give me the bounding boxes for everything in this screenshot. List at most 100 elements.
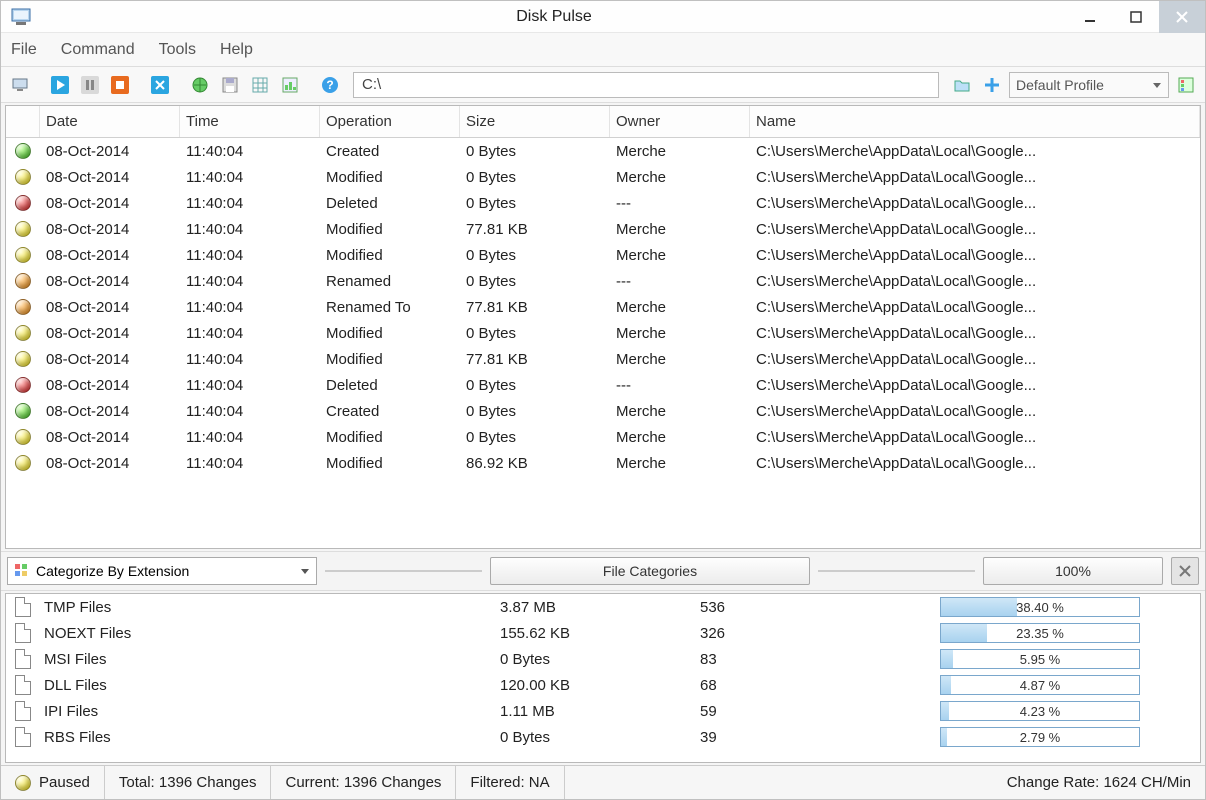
table-row[interactable]: 08-Oct-201411:40:04Modified0 BytesMerche…	[6, 424, 1200, 450]
table-row[interactable]: 08-Oct-201411:40:04Deleted0 Bytes---C:\U…	[6, 372, 1200, 398]
cell-operation: Deleted	[320, 195, 460, 212]
table-row[interactable]: 08-Oct-201411:40:04Deleted0 Bytes---C:\U…	[6, 190, 1200, 216]
menu-help[interactable]: Help	[220, 41, 253, 59]
cell-size: 0 Bytes	[460, 143, 610, 160]
table-row[interactable]: 08-Oct-201411:40:04Modified0 BytesMerche…	[6, 164, 1200, 190]
menu-tools[interactable]: Tools	[159, 41, 196, 59]
col-size[interactable]: Size	[460, 106, 610, 137]
cell-size: 77.81 KB	[460, 221, 610, 238]
categories-body[interactable]: TMP Files3.87 MB53638.40 %NOEXT Files155…	[6, 594, 1200, 762]
chevron-down-icon	[1152, 80, 1162, 90]
app-icon	[9, 5, 33, 29]
file-icon	[15, 597, 31, 617]
path-input[interactable]	[353, 72, 939, 98]
cell-size: 0 Bytes	[460, 325, 610, 342]
cell-date: 08-Oct-2014	[40, 429, 180, 446]
table-header: Date Time Operation Size Owner Name	[6, 106, 1200, 138]
cell-operation: Created	[320, 403, 460, 420]
table-body[interactable]: 08-Oct-201411:40:04Created0 BytesMercheC…	[6, 138, 1200, 548]
table-row[interactable]: 08-Oct-201411:40:04Created0 BytesMercheC…	[6, 398, 1200, 424]
category-row[interactable]: DLL Files120.00 KB684.87 %	[6, 672, 1200, 698]
profile-label: Default Profile	[1016, 77, 1104, 93]
categorize-select[interactable]: Categorize By Extension	[7, 557, 317, 585]
close-button[interactable]	[1159, 1, 1205, 33]
cat-count: 39	[700, 729, 940, 746]
panel-close-button[interactable]	[1171, 557, 1199, 585]
pause-button[interactable]	[77, 72, 103, 98]
table-row[interactable]: 08-Oct-201411:40:04Modified0 BytesMerche…	[6, 242, 1200, 268]
status-total: Total: 1396 Changes	[105, 766, 272, 799]
folder-icon[interactable]	[949, 72, 975, 98]
stop-button[interactable]	[107, 72, 133, 98]
table-row[interactable]: 08-Oct-201411:40:04Modified77.81 KBMerch…	[6, 216, 1200, 242]
minimize-button[interactable]	[1067, 1, 1113, 33]
globe-icon[interactable]	[187, 72, 213, 98]
cell-date: 08-Oct-2014	[40, 195, 180, 212]
percent-button[interactable]: 100%	[983, 557, 1163, 585]
category-row[interactable]: MSI Files0 Bytes835.95 %	[6, 646, 1200, 672]
cell-owner: Merche	[610, 169, 750, 186]
grid-icon[interactable]	[247, 72, 273, 98]
percent-bar: 23.35 %	[940, 623, 1140, 643]
menu-command[interactable]: Command	[61, 41, 135, 59]
cell-operation: Created	[320, 143, 460, 160]
table-row[interactable]: 08-Oct-201411:40:04Renamed0 Bytes---C:\U…	[6, 268, 1200, 294]
add-icon[interactable]	[979, 72, 1005, 98]
status-ball-icon	[15, 351, 31, 367]
table-row[interactable]: 08-Oct-201411:40:04Modified86.92 KBMerch…	[6, 450, 1200, 476]
table-row[interactable]: 08-Oct-201411:40:04Modified77.81 KBMerch…	[6, 346, 1200, 372]
cell-owner: Merche	[610, 455, 750, 472]
options-icon[interactable]	[1173, 72, 1199, 98]
help-icon[interactable]: ?	[317, 72, 343, 98]
cell-time: 11:40:04	[180, 351, 320, 368]
status-current: Current: 1396 Changes	[271, 766, 456, 799]
category-row[interactable]: NOEXT Files155.62 KB32623.35 %	[6, 620, 1200, 646]
col-name[interactable]: Name	[750, 106, 1200, 137]
cell-time: 11:40:04	[180, 299, 320, 316]
table-row[interactable]: 08-Oct-201411:40:04Created0 BytesMercheC…	[6, 138, 1200, 164]
cell-operation: Modified	[320, 247, 460, 264]
percent-bar: 38.40 %	[940, 597, 1140, 617]
cat-name: RBS Files	[40, 729, 500, 746]
category-row[interactable]: RBS Files0 Bytes392.79 %	[6, 724, 1200, 750]
play-button[interactable]	[47, 72, 73, 98]
cell-size: 0 Bytes	[460, 195, 610, 212]
maximize-button[interactable]	[1113, 1, 1159, 33]
monitor-icon[interactable]	[7, 72, 33, 98]
changes-table: Date Time Operation Size Owner Name 08-O…	[5, 105, 1201, 549]
cell-time: 11:40:04	[180, 273, 320, 290]
cell-date: 08-Oct-2014	[40, 299, 180, 316]
file-icon	[15, 623, 31, 643]
categorize-label: Categorize By Extension	[36, 563, 189, 579]
col-date[interactable]: Date	[40, 106, 180, 137]
chart-icon[interactable]	[277, 72, 303, 98]
category-row[interactable]: IPI Files1.11 MB594.23 %	[6, 698, 1200, 724]
cell-name: C:\Users\Merche\AppData\Local\Google...	[750, 403, 1200, 420]
cell-size: 0 Bytes	[460, 169, 610, 186]
table-row[interactable]: 08-Oct-201411:40:04Renamed To77.81 KBMer…	[6, 294, 1200, 320]
cell-name: C:\Users\Merche\AppData\Local\Google...	[750, 221, 1200, 238]
delete-icon[interactable]	[147, 72, 173, 98]
cell-name: C:\Users\Merche\AppData\Local\Google...	[750, 247, 1200, 264]
status-ball-icon	[15, 377, 31, 393]
status-ball-icon	[15, 247, 31, 263]
table-row[interactable]: 08-Oct-201411:40:04Modified0 BytesMerche…	[6, 320, 1200, 346]
category-row[interactable]: TMP Files3.87 MB53638.40 %	[6, 594, 1200, 620]
file-categories-button[interactable]: File Categories	[490, 557, 810, 585]
cat-size: 120.00 KB	[500, 677, 700, 694]
cell-owner: Merche	[610, 299, 750, 316]
col-time[interactable]: Time	[180, 106, 320, 137]
save-icon[interactable]	[217, 72, 243, 98]
menu-file[interactable]: File	[11, 41, 37, 59]
cell-size: 0 Bytes	[460, 273, 610, 290]
cell-size: 86.92 KB	[460, 455, 610, 472]
cell-size: 77.81 KB	[460, 351, 610, 368]
status-ball-icon	[15, 143, 31, 159]
col-operation[interactable]: Operation	[320, 106, 460, 137]
cell-operation: Modified	[320, 221, 460, 238]
status-rate: Change Rate: 1624 CH/Min	[993, 766, 1205, 799]
cell-date: 08-Oct-2014	[40, 247, 180, 264]
col-owner[interactable]: Owner	[610, 106, 750, 137]
profile-select[interactable]: Default Profile	[1009, 72, 1169, 98]
cell-date: 08-Oct-2014	[40, 403, 180, 420]
